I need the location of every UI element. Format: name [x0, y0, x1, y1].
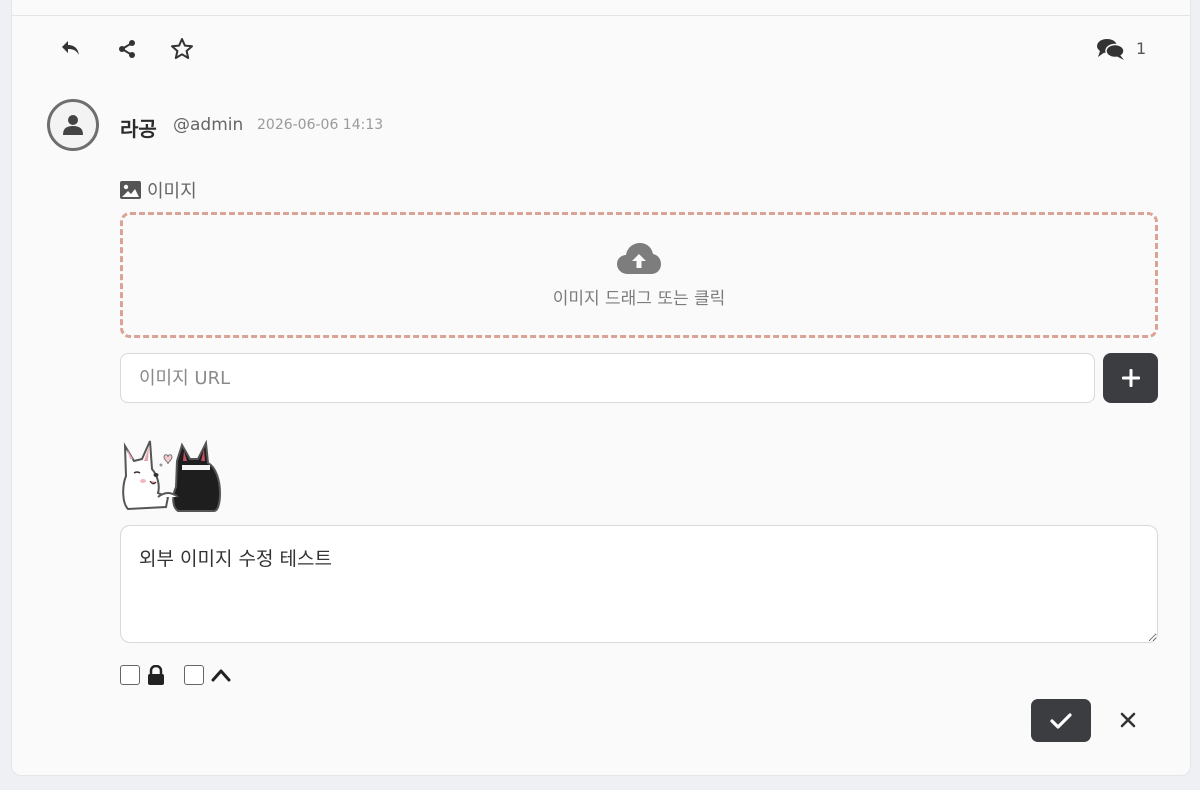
author-handle: @admin [173, 115, 244, 135]
dropzone-text: 이미지 드래그 또는 클릭 [552, 288, 726, 309]
lock-icon [146, 664, 166, 686]
check-icon [1050, 712, 1072, 729]
avatar [47, 99, 99, 151]
pin-checkbox[interactable] [184, 665, 204, 685]
add-image-url-button[interactable] [1103, 353, 1158, 403]
cancel-button[interactable] [1115, 707, 1141, 733]
submit-button[interactable] [1031, 699, 1091, 742]
card-divider [12, 15, 1190, 16]
author-name: 라공 [120, 117, 157, 141]
attached-image-thumbnail[interactable] [120, 431, 226, 513]
comments-icon[interactable] [1096, 36, 1126, 62]
comment-textarea[interactable] [120, 525, 1158, 643]
comment-count: 1 [1136, 39, 1147, 58]
image-icon [120, 181, 141, 199]
image-section-label: 이미지 [120, 177, 197, 203]
private-checkbox[interactable] [120, 665, 140, 685]
image-url-input[interactable] [120, 353, 1095, 403]
plus-icon [1121, 369, 1140, 387]
image-dropzone[interactable]: 이미지 드래그 또는 클릭 [120, 212, 1158, 338]
comment-editor-card: 1 라공 @admin 2026-06-06 14:13 이미지 이미지 드래그… [11, 0, 1191, 776]
share-icon[interactable] [114, 36, 140, 62]
post-timestamp: 2026-06-06 14:13 [257, 117, 384, 133]
chevron-up-icon [210, 665, 232, 685]
cloud-upload-icon [617, 242, 661, 274]
reply-icon[interactable] [58, 36, 84, 62]
image-label-text: 이미지 [147, 181, 197, 202]
star-icon[interactable] [169, 36, 195, 62]
close-icon [1120, 712, 1136, 728]
user-icon [63, 115, 83, 135]
